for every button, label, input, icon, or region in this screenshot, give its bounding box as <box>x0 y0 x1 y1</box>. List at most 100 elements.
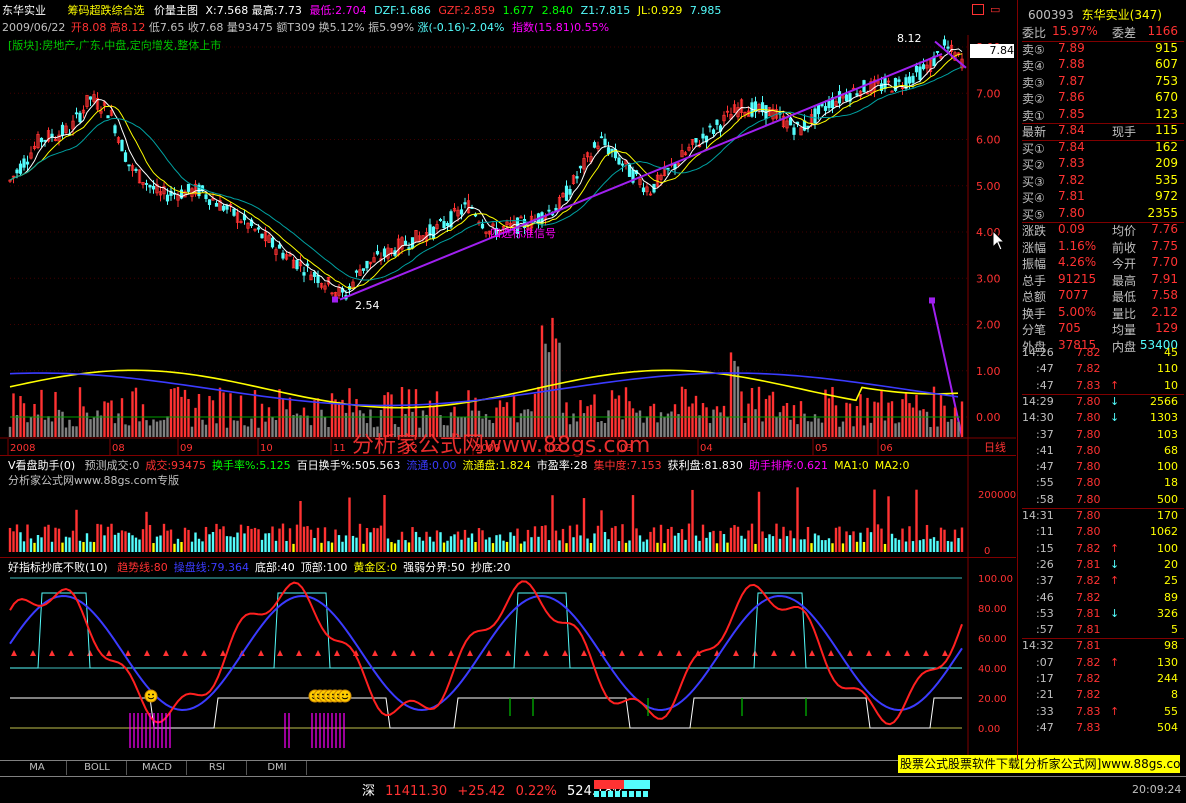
candle-body <box>22 158 26 168</box>
stat-label: 涨幅 <box>1022 240 1047 255</box>
tick-price: 7.81 <box>1076 639 1101 653</box>
threshold-marker <box>68 650 74 656</box>
volume-assist-bar <box>341 541 344 552</box>
oscillator-chart[interactable]: 100.00 80.00 60.00 40.00 20.00 0.00 <box>0 558 1016 760</box>
index-summary[interactable]: 深 11411.30 +25.42 0.22% 524.18亿 <box>362 780 626 799</box>
volume-assist-bar <box>673 535 677 552</box>
window-restore-icon[interactable]: ▭ <box>990 3 1000 16</box>
volume-assist-bar <box>190 541 194 552</box>
oscillator-panel[interactable]: 好指标抄底不败(10) 趋势线:80 操盘线:79.364 底部:40 顶部:100 黄… <box>0 557 1016 760</box>
volume-assist-bar <box>701 524 705 552</box>
candle-body <box>827 100 831 109</box>
chart-header-line2: 2009/06/22 开8.08 高8.12 低7.65 收7.68 量9347… <box>2 19 1016 35</box>
volume-assist-bar <box>887 496 890 552</box>
volume-bar <box>880 389 883 437</box>
volume-panel[interactable]: V看盘助手(0) 预测成交:0 成交:93475 换手率%:5.125 百日换手%:5… <box>0 455 1016 558</box>
volume-assist-bar <box>911 541 915 552</box>
tick-time: :11 <box>1036 525 1054 539</box>
volume-bar <box>824 389 827 437</box>
ask-price: 7.88 <box>1058 57 1085 71</box>
volume-bar <box>187 399 190 437</box>
volume-axis-label: 200000 <box>978 490 1016 501</box>
bid-volume: 162 <box>1155 139 1178 154</box>
volume-assist-bar <box>551 495 554 552</box>
volume-assist-bar <box>460 539 463 552</box>
volume-assist-bar <box>470 533 474 552</box>
candle-body <box>715 119 719 125</box>
volume-bar <box>110 400 113 437</box>
index-label: 指数(15.81)0.55% <box>512 21 610 34</box>
volume-assist-chart[interactable]: 200000 0 <box>0 456 1016 558</box>
volume-assist-bar <box>656 542 659 552</box>
tick-time: :07 <box>1036 655 1054 669</box>
tick-row: :26 7.81 ↓ 20 <box>1022 558 1180 574</box>
bid-label: 买① <box>1022 141 1045 156</box>
oscillator-axis-label: 100.00 <box>978 574 1013 585</box>
tick-time: :41 <box>1036 443 1054 457</box>
candle-body <box>60 124 65 136</box>
volume-assist-bar <box>225 536 229 552</box>
volume-assist-bar <box>204 526 208 552</box>
stat-value: 7.75 <box>1151 238 1178 253</box>
volume-bar <box>869 422 873 437</box>
volume-assist-bar <box>680 529 684 552</box>
bid-label: 买⑤ <box>1022 207 1045 222</box>
tick-time: :53 <box>1036 606 1054 620</box>
tick-time: :57 <box>1036 623 1054 637</box>
volume-bar <box>89 419 92 437</box>
tab-boll[interactable]: BOLL <box>68 761 127 775</box>
tick-direction-icon: ↑ <box>1110 541 1120 555</box>
candle-body <box>113 125 117 134</box>
volume-assist-bar <box>302 526 306 552</box>
volume-assist-bar <box>645 539 649 552</box>
tick-price: 7.80 <box>1076 525 1101 539</box>
volume-bar <box>159 420 162 437</box>
weibi-row: 委比 15.97% 委差 1166 <box>1022 24 1180 40</box>
volume-assist-bar <box>33 542 36 552</box>
period-label[interactable]: 日线 <box>984 440 1006 454</box>
indicator-name[interactable]: 筹码超跌综合选 <box>68 4 145 17</box>
ask-volume: 670 <box>1155 90 1178 104</box>
tab-rsi[interactable]: RSI <box>188 761 247 775</box>
ask-label: 卖③ <box>1022 75 1045 90</box>
jl-value: JL:0.929 <box>637 4 683 17</box>
bid-label: 买④ <box>1022 191 1045 205</box>
tab-ma[interactable]: MA <box>8 761 67 775</box>
volume-assist-bar <box>523 541 526 552</box>
tick-price: 7.81 <box>1076 557 1101 571</box>
volume-bar <box>715 406 719 437</box>
tick-direction-icon: ↓ <box>1110 606 1120 620</box>
oscillator-axis-label: 0.00 <box>978 724 1000 735</box>
ask-price: 7.85 <box>1058 106 1085 121</box>
price-chart[interactable]: 8.007.006.005.004.003.002.001.000.002008… <box>0 35 1016 455</box>
bid-price: 7.82 <box>1058 172 1085 187</box>
volume-assist-bar <box>663 543 666 552</box>
volume-assist-bar <box>778 538 782 552</box>
volume-bar <box>862 425 866 437</box>
volume-assist-bar <box>565 543 568 552</box>
volume-assist-bar <box>43 526 47 552</box>
candle-body <box>935 51 940 53</box>
volume-assist-bar <box>64 536 68 552</box>
threshold-marker <box>448 650 454 656</box>
volume-assist-bar <box>159 535 162 552</box>
volume-assist-bar <box>124 531 127 552</box>
main-chart-panel[interactable]: [版块]:房地产,广东,中盘,定向增发,整体上市 8.007.006.005.0… <box>0 32 1016 458</box>
volume-bar <box>57 409 61 437</box>
volume-assist-bar <box>554 530 558 552</box>
volume-bar <box>68 419 71 437</box>
tick-price: 7.82 <box>1076 590 1101 604</box>
tick-time: :17 <box>1036 672 1054 685</box>
volume-bar <box>691 403 694 437</box>
tab-dmi[interactable]: DMI <box>248 761 307 775</box>
settings-icon[interactable] <box>972 4 984 15</box>
quote-panel: 600393 东华实业(347) 委比 15.97% 委差 1166 卖⑤ 7.89 915… <box>1017 0 1186 760</box>
volume-assist-bar <box>99 524 103 552</box>
threshold-marker <box>524 650 530 656</box>
candle-body <box>918 66 922 80</box>
volume-assist-bar <box>729 527 733 552</box>
volume-assist-bar <box>183 527 187 552</box>
trend-line <box>339 53 943 301</box>
tab-macd[interactable]: MACD <box>128 761 187 775</box>
tick-time: :26 <box>1036 557 1054 571</box>
